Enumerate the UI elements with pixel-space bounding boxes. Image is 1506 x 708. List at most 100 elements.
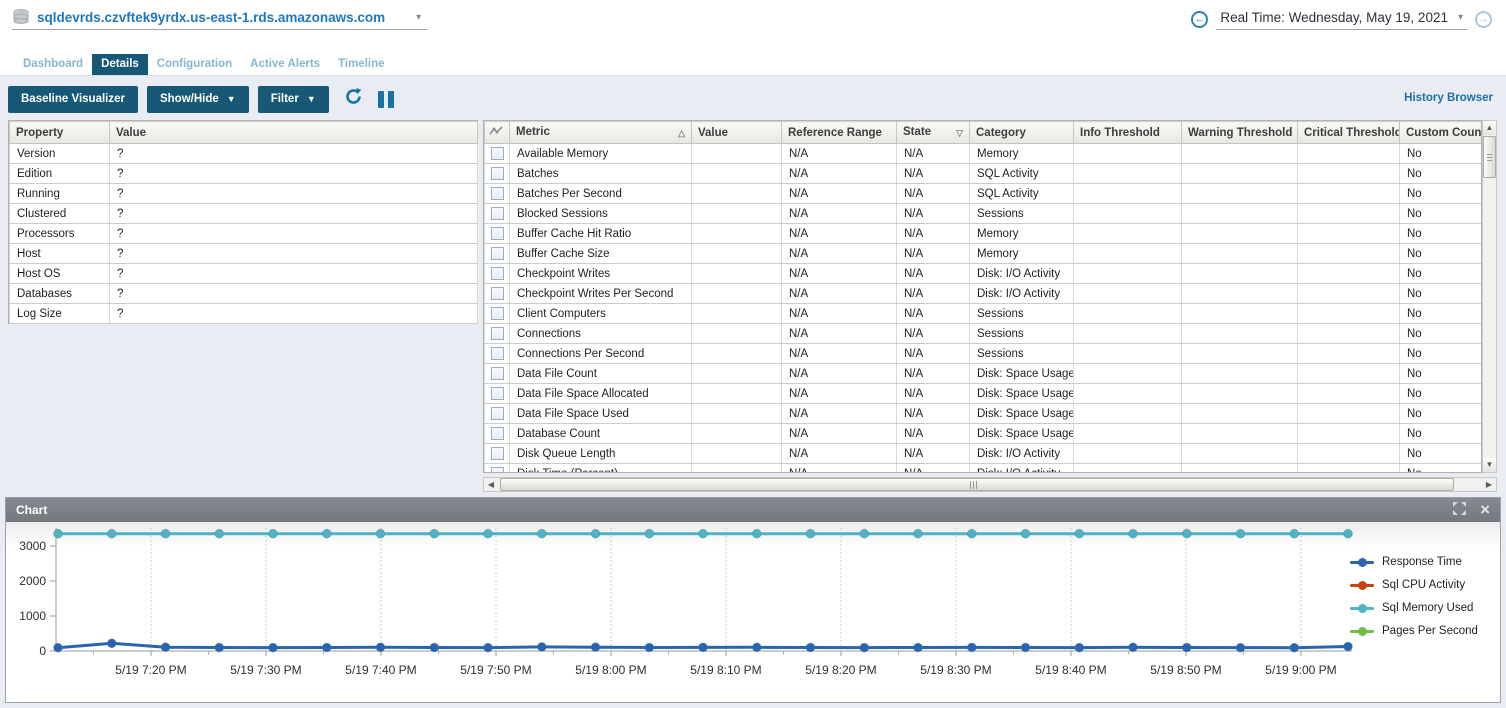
metric-checkbox[interactable]: [491, 227, 504, 240]
metric-checkbox[interactable]: [491, 427, 504, 440]
metrics-col-header[interactable]: Custom Counter: [1400, 122, 1482, 144]
vertical-scroll-thumb[interactable]: [1483, 136, 1496, 178]
scroll-right-arrow[interactable]: ▶: [1482, 478, 1496, 491]
property-row[interactable]: Host?: [10, 244, 478, 264]
metric-checkbox[interactable]: [491, 287, 504, 300]
metric-critical-threshold-cell: [1298, 244, 1400, 264]
y-tick-label: 2000: [19, 574, 46, 588]
property-grid-body: Version?Edition?Running?Clustered?Proces…: [10, 144, 478, 324]
metrics-col-header[interactable]: Value: [692, 122, 782, 144]
metric-checkbox[interactable]: [491, 347, 504, 360]
metric-row[interactable]: BatchesN/AN/ASQL ActivityNo: [485, 164, 1482, 184]
scroll-left-arrow[interactable]: ◀: [484, 478, 498, 491]
tab-active-alerts[interactable]: Active Alerts: [241, 54, 329, 75]
horizontal-scroll-thumb[interactable]: [500, 478, 1454, 491]
property-row[interactable]: Processors?: [10, 224, 478, 244]
metrics-col-header[interactable]: Category: [970, 122, 1074, 144]
metric-row[interactable]: Data File CountN/AN/ADisk: Space UsageNo: [485, 364, 1482, 384]
metric-warning-threshold-cell: [1182, 164, 1298, 184]
metric-critical-threshold-cell: [1298, 424, 1400, 444]
tab-timeline[interactable]: Timeline: [329, 54, 393, 75]
metric-row[interactable]: Client ComputersN/AN/ASessionsNo: [485, 304, 1482, 324]
metric-row[interactable]: Data File Space AllocatedN/AN/ADisk: Spa…: [485, 384, 1482, 404]
metric-row[interactable]: Disk Time (Percent)N/AN/ADisk: I/O Activ…: [485, 464, 1482, 474]
metric-row[interactable]: Buffer Cache SizeN/AN/AMemoryNo: [485, 244, 1482, 264]
metric-row[interactable]: Available MemoryN/AN/AMemoryNo: [485, 144, 1482, 164]
property-row[interactable]: Log Size?: [10, 304, 478, 324]
history-browser-link[interactable]: History Browser: [1404, 92, 1493, 104]
metric-row[interactable]: Batches Per SecondN/AN/ASQL ActivityNo: [485, 184, 1482, 204]
baseline-visualizer-button[interactable]: Baseline Visualizer: [8, 86, 138, 113]
metric-checkbox[interactable]: [491, 147, 504, 160]
property-row[interactable]: Clustered?: [10, 204, 478, 224]
metric-custom-counter-cell: No: [1400, 464, 1482, 474]
metrics-col-header[interactable]: Info Threshold: [1074, 122, 1182, 144]
tab-configuration[interactable]: Configuration: [148, 54, 241, 75]
time-back-button[interactable]: ←: [1191, 11, 1208, 28]
show-hide-dropdown-button[interactable]: Show/Hide ▼: [147, 86, 249, 113]
chevron-down-icon[interactable]: ▾: [416, 12, 421, 23]
property-row[interactable]: Version?: [10, 144, 478, 164]
scroll-up-arrow[interactable]: ▲: [1483, 121, 1496, 135]
metric-category-cell: Disk: Space Usage: [970, 404, 1074, 424]
pause-icon[interactable]: [378, 91, 394, 108]
refresh-icon[interactable]: [344, 87, 363, 111]
metric-checkbox[interactable]: [491, 167, 504, 180]
property-row[interactable]: Databases?: [10, 284, 478, 304]
property-col-header[interactable]: Property: [10, 122, 110, 144]
property-col-header[interactable]: Value: [110, 122, 478, 144]
metrics-col-header[interactable]: Metric△: [510, 122, 692, 144]
metric-checkbox[interactable]: [491, 247, 504, 260]
metric-row[interactable]: Database CountN/AN/ADisk: Space UsageNo: [485, 424, 1482, 444]
metric-select-col-header[interactable]: [485, 122, 510, 144]
server-selector[interactable]: sqldevrds.czvftek9yrdx.us-east-1.rds.ama…: [12, 9, 427, 30]
metric-checkbox[interactable]: [491, 327, 504, 340]
metric-checkbox[interactable]: [491, 187, 504, 200]
metric-checkbox[interactable]: [491, 367, 504, 380]
metric-category-cell: Disk: I/O Activity: [970, 444, 1074, 464]
tab-dashboard[interactable]: Dashboard: [14, 54, 92, 75]
x-tick-label: 5/19 7:50 PM: [460, 663, 531, 677]
metric-checkbox[interactable]: [491, 307, 504, 320]
metric-row[interactable]: Checkpoint WritesN/AN/ADisk: I/O Activit…: [485, 264, 1482, 284]
metric-row[interactable]: Connections Per SecondN/AN/ASessionsNo: [485, 344, 1482, 364]
metric-checkbox[interactable]: [491, 267, 504, 280]
metric-name-cell: Data File Count: [510, 364, 692, 384]
time-forward-button[interactable]: →: [1475, 11, 1492, 28]
horizontal-scrollbar[interactable]: ◀ ▶: [483, 477, 1497, 492]
metric-checkbox[interactable]: [491, 207, 504, 220]
metrics-col-header[interactable]: Reference Range: [782, 122, 897, 144]
metric-warning-threshold-cell: [1182, 304, 1298, 324]
time-mode-selector[interactable]: Real Time: Wednesday, May 19, 2021 ▾: [1216, 9, 1467, 30]
chart-close-icon[interactable]: ×: [1480, 501, 1490, 518]
metric-row[interactable]: Buffer Cache Hit RatioN/AN/AMemoryNo: [485, 224, 1482, 244]
series-point-response-time: [161, 643, 170, 652]
metrics-col-header[interactable]: State▽: [897, 122, 970, 144]
property-name-cell: Databases: [10, 284, 110, 304]
metric-row[interactable]: Data File Space UsedN/AN/ADisk: Space Us…: [485, 404, 1482, 424]
filter-dropdown-button[interactable]: Filter ▼: [258, 86, 329, 113]
metric-row[interactable]: Blocked SessionsN/AN/ASessionsNo: [485, 204, 1482, 224]
vertical-scrollbar[interactable]: ▲ ▼: [1482, 120, 1497, 473]
property-row[interactable]: Edition?: [10, 164, 478, 184]
metrics-col-header[interactable]: Warning Threshold: [1182, 122, 1298, 144]
metric-checkbox[interactable]: [491, 447, 504, 460]
tab-details[interactable]: Details: [92, 54, 148, 75]
metric-checkbox[interactable]: [491, 467, 504, 473]
metric-row[interactable]: ConnectionsN/AN/ASessionsNo: [485, 324, 1482, 344]
property-value-cell: ?: [110, 284, 478, 304]
chart-panel-header[interactable]: Chart ×: [6, 498, 1500, 522]
series-point-sql-memory-used: [376, 529, 385, 538]
metric-checkbox[interactable]: [491, 387, 504, 400]
metric-row[interactable]: Checkpoint Writes Per SecondN/AN/ADisk: …: [485, 284, 1482, 304]
property-row[interactable]: Host OS?: [10, 264, 478, 284]
metric-custom-counter-cell: No: [1400, 224, 1482, 244]
metric-checkbox[interactable]: [491, 407, 504, 420]
scroll-down-arrow[interactable]: ▼: [1483, 458, 1496, 472]
metrics-col-header[interactable]: Critical Threshold: [1298, 122, 1400, 144]
metric-state-cell: N/A: [897, 384, 970, 404]
property-row[interactable]: Running?: [10, 184, 478, 204]
chart-restore-icon[interactable]: [1453, 502, 1466, 519]
metric-row[interactable]: Disk Queue LengthN/AN/ADisk: I/O Activit…: [485, 444, 1482, 464]
property-value-cell: ?: [110, 264, 478, 284]
